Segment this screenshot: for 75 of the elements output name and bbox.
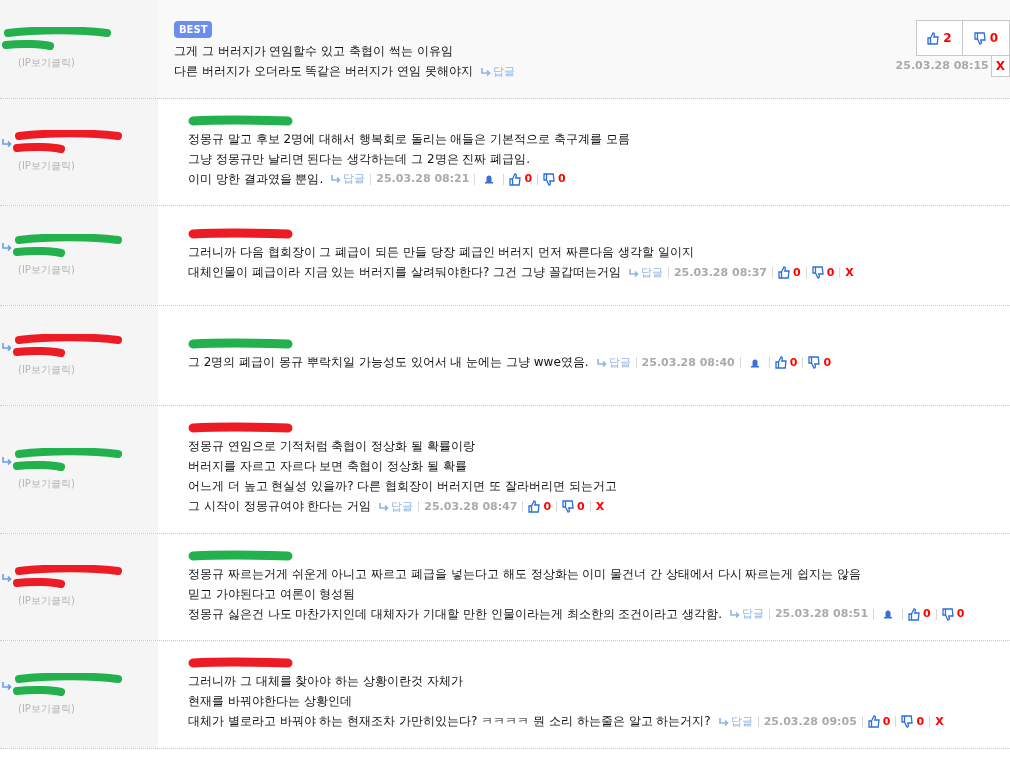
comment-text: 현재를 바꿔야한다는 상황인데: [188, 694, 352, 708]
thumbs-up-icon: [927, 31, 940, 45]
thumbs-down-icon: [811, 266, 824, 280]
comment-text: 그러니까 다음 협회장이 그 폐급이 되든 만들 당장 폐급인 버러지 먼저 짜른다음 생각할 일이지: [188, 245, 694, 260]
bell-icon[interactable]: [749, 357, 760, 368]
thumbs-up-icon: [509, 172, 522, 186]
thumbs-up-icon: [778, 266, 790, 280]
reply-arrow-icon: [718, 717, 729, 726]
comment-text: 그게 그 버러지가 연임할수 있고 축협이 썩는 이유임: [174, 44, 453, 58]
comment-text: 정몽규 싫은건 나도 마찬가지인데 대체자가 기대할 만한 인물이라는게 최소한의 조건이라고 생각함.: [188, 606, 722, 621]
dislike-button[interactable]: 0: [963, 21, 1009, 55]
reply-link[interactable]: 답글: [628, 262, 663, 283]
comment-text: 정몽규 말고 후보 2명에 대해서 행복회로 돌리는 애들은 기본적으로 축구계를 모름: [188, 131, 630, 146]
reply-link[interactable]: 답글: [718, 711, 753, 732]
thumbs-down-icon: [941, 607, 954, 621]
comment-text: 그러니까 그 대체를 찾아야 하는 상황이란것 자체가: [188, 674, 463, 688]
reply-link[interactable]: 답글: [596, 352, 631, 373]
dislike-button[interactable]: 0: [543, 169, 566, 189]
thumbs-down-icon: [973, 31, 986, 45]
like-button[interactable]: 0: [867, 711, 891, 732]
comment-text: 이미 망한 결과였을 뿐임.: [188, 171, 324, 186]
thumbs-down-icon: [543, 172, 556, 186]
reply-link[interactable]: 답글: [331, 169, 366, 189]
dislike-button[interactable]: 0: [811, 262, 835, 283]
comment-text: 그 2명의 폐급이 몽규 뿌락치일 가능성도 있어서 내 눈에는 그냥 wwe였음.: [188, 355, 589, 370]
comment-time: 25.03.28 08:37: [673, 264, 767, 281]
comment-text: 다른 버러지가 오더라도 똑같은 버러지가 연임 못해야지: [174, 64, 473, 78]
dislike-button[interactable]: 0: [562, 496, 585, 517]
comment-time: 25.03.28 08:47: [424, 498, 518, 515]
comment-time: 25.03.28 09:05: [763, 713, 857, 730]
thumbs-up-icon: [774, 356, 787, 370]
comment-text: 어느게 더 높고 현실성 있을까? 다른 협회장이 버러지면 또 잘라버리면 되는거고: [188, 479, 617, 493]
reply-arrow-icon: [331, 175, 342, 183]
like-button[interactable]: 0: [908, 604, 931, 624]
comment-text: 그냥 정몽규만 날리면 된다는 생각하는데 그 2명은 진짜 폐급임.: [188, 151, 530, 166]
thumbs-down-icon: [808, 356, 821, 370]
delete-button[interactable]: X: [935, 711, 944, 732]
dislike-button[interactable]: 0: [808, 352, 832, 373]
thumbs-down-icon: [901, 715, 914, 728]
comment-time: 25.03.28 08:15: [895, 58, 989, 75]
comment-text: 정몽규 짜르는거게 쉬운게 아니고 짜르고 폐급을 넣는다고 해도 정상화는 이미 물건너 간 상태에서 다시 짜르는게 쉽지는 않음: [188, 566, 862, 581]
bell-icon[interactable]: [484, 174, 495, 184]
dislike-button[interactable]: 0: [941, 604, 965, 624]
reply-link[interactable]: 답글: [379, 496, 414, 517]
like-button[interactable]: 0: [778, 262, 801, 283]
reply-arrow-icon: [379, 502, 390, 511]
comment-text: 대체가 별로라고 바꿔야 하는 현재조차 가만히있는다? ㅋㅋㅋㅋ 뭔 소리 하는줄은 알고 하는거지?: [188, 714, 711, 728]
reply-arrow-icon: [628, 268, 639, 277]
thumbs-up-icon: [867, 715, 880, 728]
dislike-button[interactable]: 0: [901, 711, 925, 732]
reply-link[interactable]: 답글: [480, 61, 515, 82]
reply-arrow-icon: [596, 358, 607, 367]
thumbs-up-icon: [908, 607, 921, 621]
like-button[interactable]: 0: [509, 169, 533, 189]
comment-text: 대체인물이 폐급이라 지금 있는 버러지를 살려둬야한다? 그건 그냥 꼴갑떠는거임: [188, 265, 621, 280]
like-button[interactable]: 0: [528, 496, 552, 517]
delete-button[interactable]: X: [845, 262, 854, 283]
reply-arrow-icon: [480, 67, 491, 76]
reply-arrow-icon: [729, 610, 740, 618]
comment-time: 25.03.28 08:40: [641, 354, 735, 371]
delete-button[interactable]: X: [990, 56, 1010, 77]
comment-time: 25.03.28 08:51: [774, 606, 869, 622]
like-button[interactable]: 2: [917, 21, 963, 55]
reply-link[interactable]: 답글: [729, 604, 764, 624]
comment-text: 그 시작이 정몽규여야 한다는 거임: [188, 499, 372, 513]
comment-text: 버러지를 자르고 자르다 보면 축협이 정상화 될 확률: [188, 459, 467, 473]
comment-text: 정몽규 연임으로 기적처럼 축협이 정상화 될 확률이랑: [188, 439, 475, 453]
thumbs-down-icon: [562, 500, 575, 513]
best-badge: BEST: [174, 21, 213, 38]
bell-icon[interactable]: [883, 609, 894, 619]
comment-text: 믿고 가야된다고 여론이 형성됨: [188, 586, 356, 601]
thumbs-up-icon: [528, 500, 541, 513]
delete-button[interactable]: X: [595, 496, 605, 517]
comment-time: 25.03.28 08:21: [376, 171, 470, 187]
like-button[interactable]: 0: [774, 352, 798, 373]
